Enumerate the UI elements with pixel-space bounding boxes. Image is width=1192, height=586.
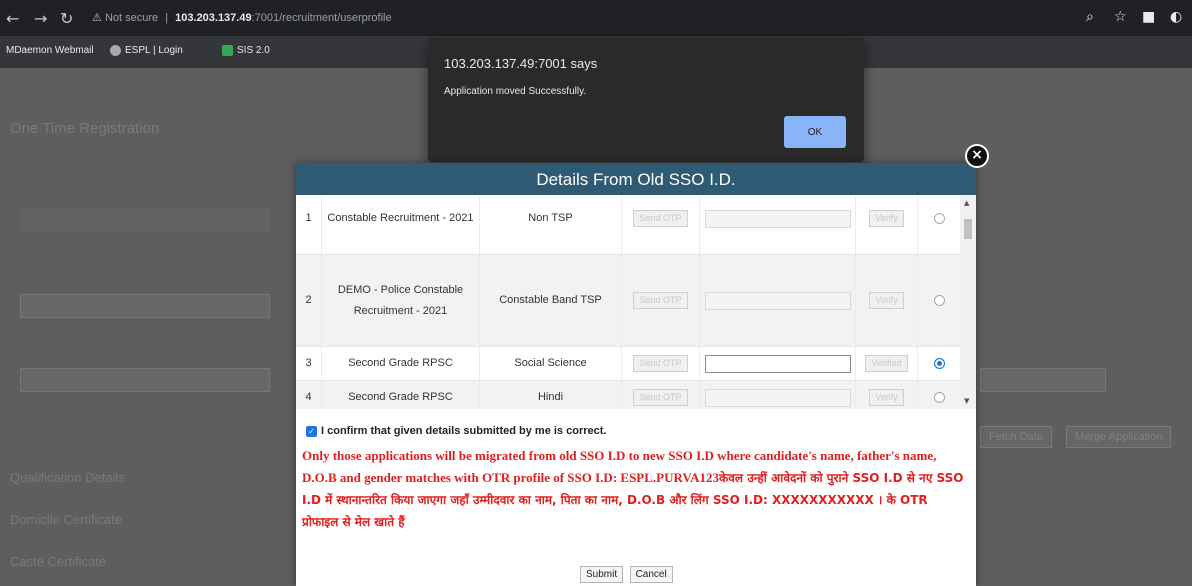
recruitment-name: Second Grade RPSC xyxy=(322,381,480,409)
bg-field xyxy=(980,368,1106,392)
side-item-domicile: Domicile Certificate xyxy=(10,512,122,527)
section-title: One Time Registration xyxy=(10,120,160,137)
row-number: 3 xyxy=(296,347,322,380)
recruitment-name: Constable Recruitment - 2021 xyxy=(322,195,480,254)
table-row: 3 Second Grade RPSC Social Science Send … xyxy=(296,347,960,381)
browser-toolbar: ← → ↻ ⚠ Not secure | 103.203.137.49:7001… xyxy=(0,0,1192,36)
bookmark-espl[interactable]: ESPL | Login xyxy=(110,45,183,56)
table-row: 2 DEMO - Police Constable Recruitment - … xyxy=(296,255,960,347)
select-radio[interactable] xyxy=(933,295,945,306)
close-icon[interactable]: × xyxy=(965,144,989,168)
confirm-checkbox-row[interactable]: ✓ I confirm that given details submitted … xyxy=(306,425,606,437)
ok-button[interactable]: OK xyxy=(784,116,846,148)
verified-button[interactable]: Verified xyxy=(865,355,908,372)
row-number: 4 xyxy=(296,381,322,409)
profile-icon[interactable]: ◐ xyxy=(1170,9,1182,25)
send-otp-button[interactable]: Send OTP xyxy=(633,389,688,406)
table-row: 1 Constable Recruitment - 2021 Non TSP S… xyxy=(296,195,960,255)
category: Hindi xyxy=(480,381,622,409)
send-otp-button[interactable]: Send OTP xyxy=(633,355,688,372)
bg-field xyxy=(20,208,270,232)
confirm-label: I confirm that given details submitted b… xyxy=(321,425,607,437)
fetch-data-button: Fetch Data xyxy=(980,426,1052,448)
url-host: 103.203.137.49 xyxy=(175,12,252,24)
row-number: 1 xyxy=(296,195,322,254)
recruitment-name: DEMO - Police Constable Recruitment - 20… xyxy=(322,255,480,346)
submit-button[interactable]: Submit xyxy=(580,566,624,583)
side-item-caste: Caste Certificate xyxy=(10,554,107,569)
modal-actions: Submit Cancel xyxy=(580,564,675,583)
checkbox-checked-icon[interactable]: ✓ xyxy=(306,425,317,437)
scroll-down-icon[interactable]: ▼ xyxy=(964,397,969,405)
cancel-button[interactable]: Cancel xyxy=(629,566,673,583)
otp-input[interactable] xyxy=(704,388,851,407)
applications-table: 1 Constable Recruitment - 2021 Non TSP S… xyxy=(296,195,960,409)
scroll-thumb[interactable] xyxy=(964,219,972,239)
otp-input[interactable] xyxy=(704,291,851,310)
row-number: 2 xyxy=(296,255,322,346)
modal-title: Details From Old SSO I.D. xyxy=(296,163,976,195)
category: Constable Band TSP xyxy=(480,255,622,346)
table-row: 4 Second Grade RPSC Hindi Send OTP Verif… xyxy=(296,381,960,409)
back-arrow-icon[interactable]: ← xyxy=(6,9,19,28)
reload-icon[interactable]: ↻ xyxy=(60,9,73,28)
bookmark-sis[interactable]: SIS 2.0 xyxy=(222,45,270,56)
side-item-qualification: Qualification Details xyxy=(10,470,125,485)
verify-button[interactable]: Verify xyxy=(869,389,904,406)
select-radio[interactable] xyxy=(933,392,945,403)
forward-arrow-icon[interactable]: → xyxy=(34,9,47,28)
alert-title: 103.203.137.49:7001 says xyxy=(444,56,598,71)
verify-button[interactable]: Verify xyxy=(869,210,904,227)
window-icon[interactable]: ■ xyxy=(1142,9,1155,25)
alert-message: Application moved Successfully. xyxy=(444,86,587,97)
otp-input[interactable] xyxy=(704,354,851,373)
merge-application-button: Merge Application xyxy=(1066,426,1172,448)
table-scrollbar[interactable]: ▲ ▼ xyxy=(960,195,976,409)
category: Social Science xyxy=(480,347,622,380)
select-radio[interactable] xyxy=(933,213,945,224)
recruitment-name: Second Grade RPSC xyxy=(322,347,480,380)
address-bar[interactable]: ⚠ Not secure | 103.203.137.49:7001/recru… xyxy=(92,7,392,29)
select-radio-selected[interactable] xyxy=(933,358,945,369)
globe-icon xyxy=(110,45,121,56)
not-secure-label: Not secure xyxy=(104,12,159,24)
old-sso-modal: Details From Old SSO I.D. 1 Constable Re… xyxy=(296,163,976,586)
send-otp-button[interactable]: Send OTP xyxy=(633,210,688,227)
send-otp-button[interactable]: Send OTP xyxy=(633,292,688,309)
scroll-up-icon[interactable]: ▲ xyxy=(964,199,969,207)
category: Non TSP xyxy=(480,195,622,254)
bookmark-mdaemon[interactable]: MDaemon Webmail xyxy=(6,45,94,56)
migration-notice: Only those applications will be migrated… xyxy=(302,445,966,533)
url-path: :7001/recruitment/userprofile xyxy=(251,12,392,24)
otp-input[interactable] xyxy=(704,209,851,228)
warning-icon: ⚠ xyxy=(92,11,102,24)
search-icon[interactable]: ⌕ xyxy=(1086,9,1094,25)
alert-dialog: 103.203.137.49:7001 says Application mov… xyxy=(428,38,864,162)
bg-field xyxy=(20,294,270,318)
bg-field xyxy=(20,368,270,392)
star-icon[interactable]: ☆ xyxy=(1114,9,1127,25)
sheet-icon xyxy=(222,45,233,56)
verify-button[interactable]: Verify xyxy=(869,292,904,309)
